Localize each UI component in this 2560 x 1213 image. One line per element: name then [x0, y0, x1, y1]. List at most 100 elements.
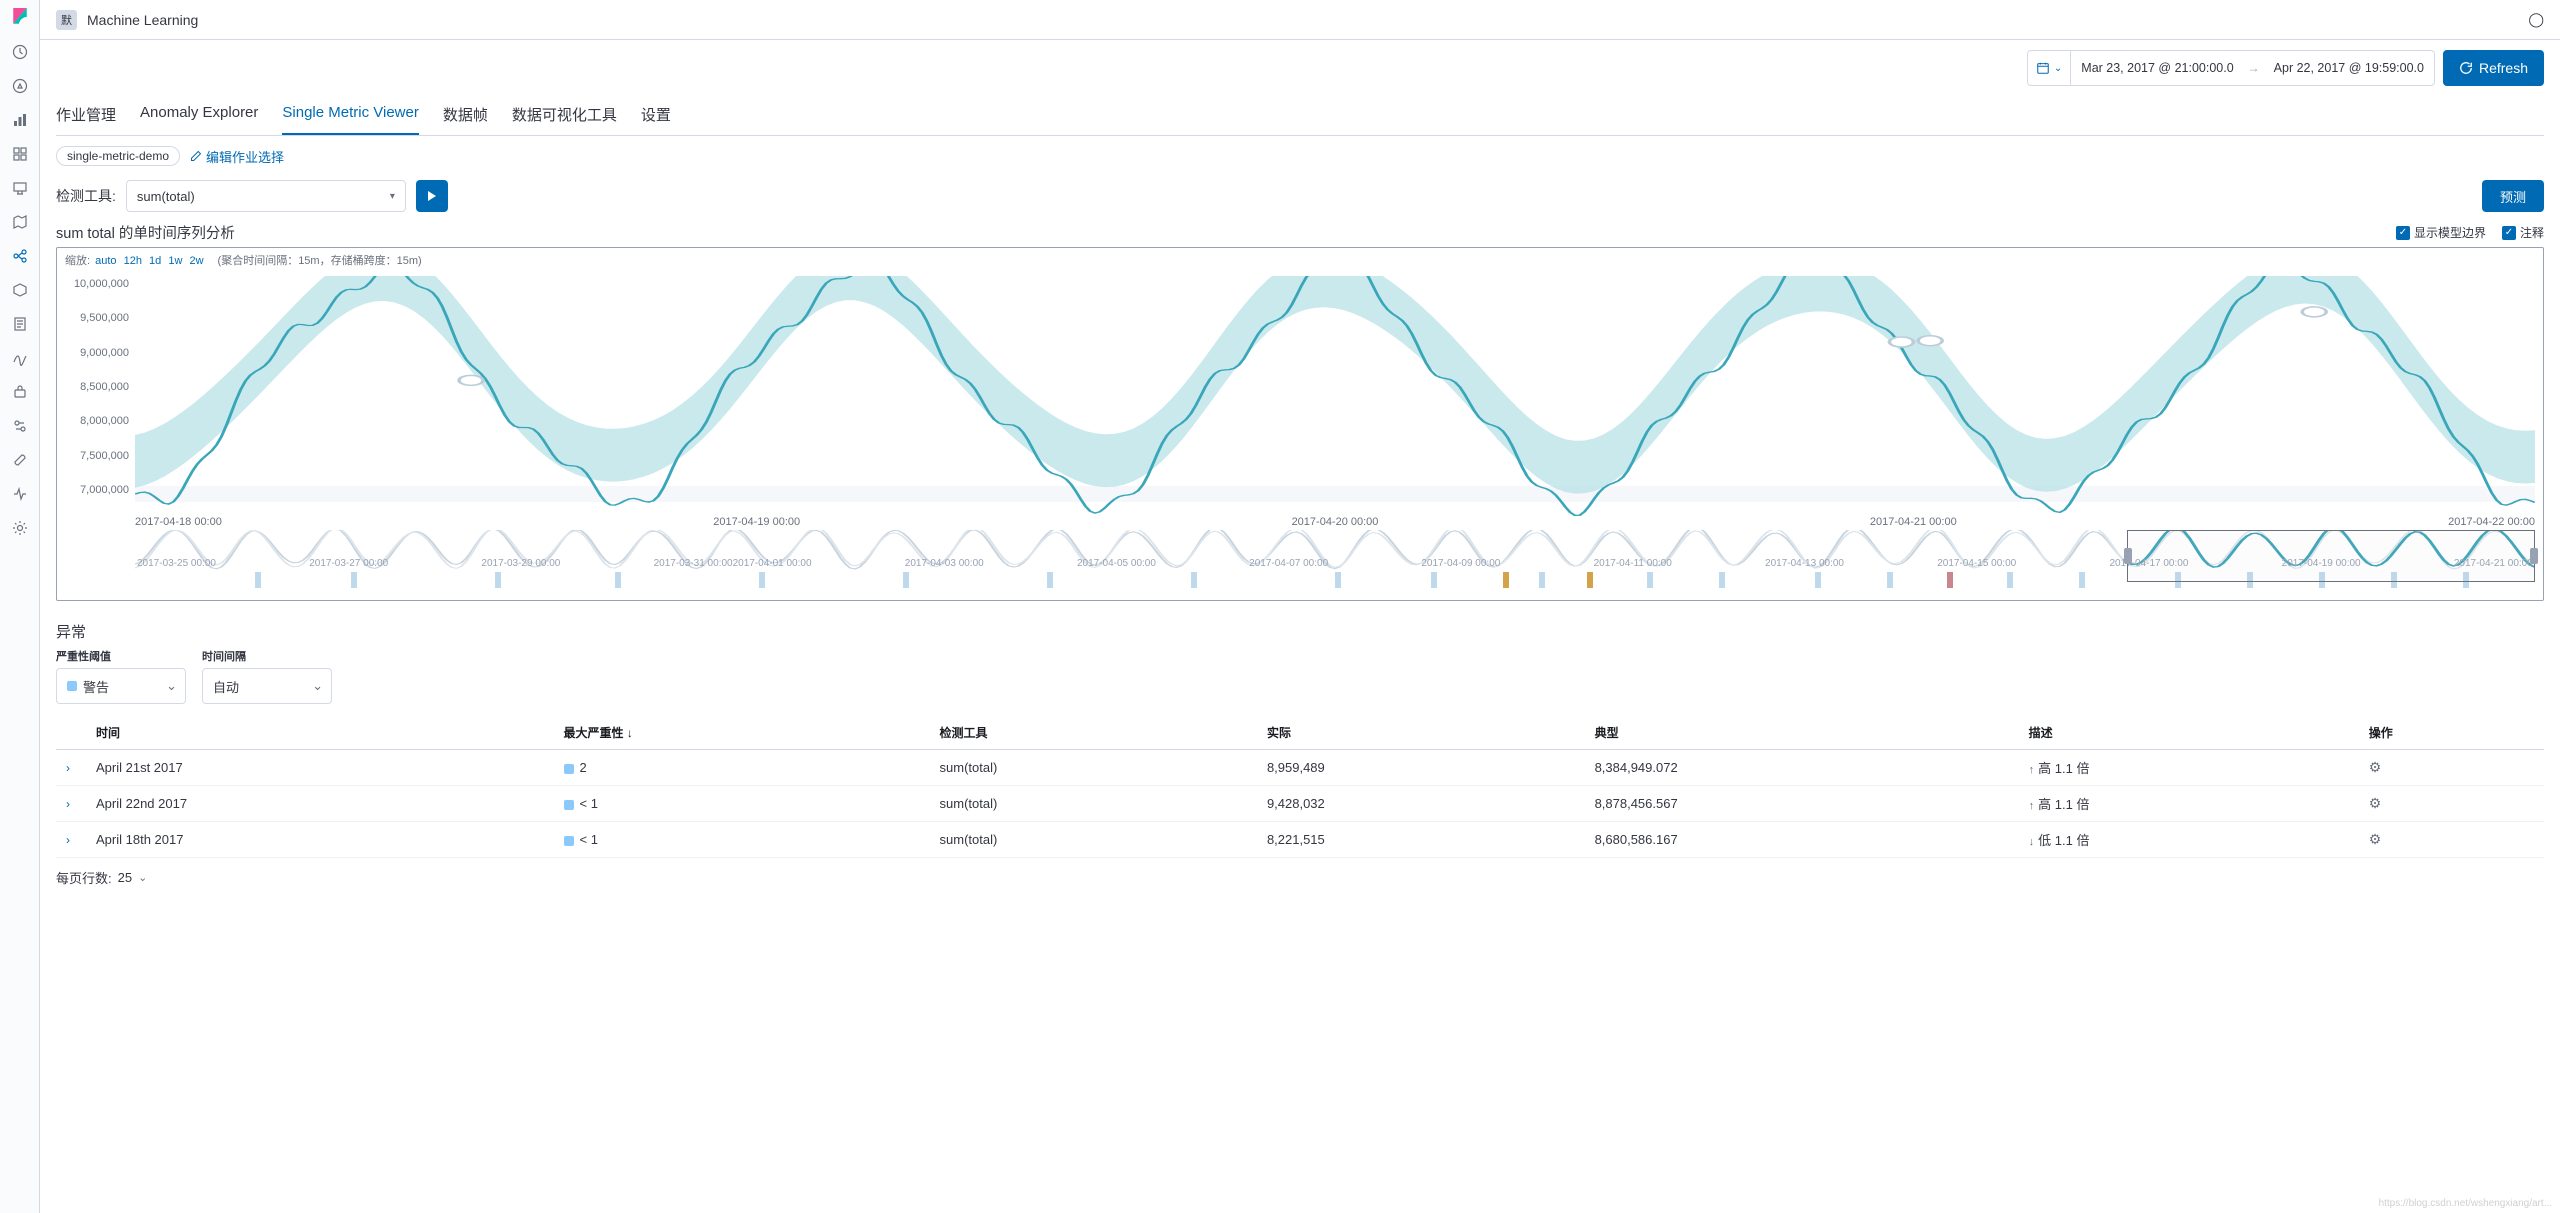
dashboard-icon[interactable] — [12, 146, 28, 162]
cell-actual: 8,959,489 — [1257, 750, 1585, 786]
detector-select[interactable]: sum(total) — [126, 180, 406, 212]
refresh-button[interactable]: Refresh — [2443, 50, 2544, 86]
apm-icon[interactable] — [12, 350, 28, 366]
date-picker[interactable]: ⌄ Mar 23, 2017 @ 21:00:00.0 → Apr 22, 20… — [2027, 50, 2435, 86]
col-detector[interactable]: 检测工具 — [930, 716, 1257, 750]
anomalies-table: 时间 最大严重性 ↓ 检测工具 实际 典型 描述 操作 ›April 21st … — [56, 716, 2544, 858]
calendar-icon[interactable]: ⌄ — [2028, 51, 2071, 85]
xtick: 2017-04-22 00:00 — [2448, 516, 2535, 528]
monitoring-icon[interactable] — [12, 486, 28, 502]
siem-icon[interactable] — [12, 418, 28, 434]
cell-desc: ↑高 1.1 倍 — [2019, 750, 2359, 786]
infra-icon[interactable] — [12, 282, 28, 298]
interval-select[interactable]: 自动 — [202, 668, 332, 704]
maps-icon[interactable] — [12, 214, 28, 230]
cell-desc: ↓低 1.1 倍 — [2019, 822, 2359, 858]
ml-icon[interactable] — [12, 248, 28, 264]
chk-model-bounds[interactable]: ✓显示模型边界 — [2396, 224, 2486, 241]
col-desc[interactable]: 描述 — [2019, 716, 2359, 750]
cell-desc: ↑高 1.1 倍 — [2019, 786, 2359, 822]
zoom-2w[interactable]: 2w — [189, 255, 203, 267]
cell-severity: < 1 — [554, 786, 930, 822]
gear-icon[interactable]: ⚙ — [2369, 759, 2382, 775]
tab-jobs[interactable]: 作业管理 — [56, 96, 116, 135]
edit-job-link[interactable]: 编辑作业选择 — [190, 147, 284, 166]
overview-tick: 2017-04-05 00:00 — [1077, 558, 1156, 569]
uptime-icon[interactable] — [12, 384, 28, 400]
brush-handle-right[interactable] — [2530, 548, 2538, 564]
detector-label: 检测工具: — [56, 186, 116, 206]
recent-icon[interactable] — [12, 44, 28, 60]
discover-icon[interactable] — [12, 78, 28, 94]
cell-detector: sum(total) — [930, 822, 1257, 858]
brush-handle-left[interactable] — [2124, 548, 2132, 564]
cell-time: April 22nd 2017 — [86, 786, 554, 822]
xtick: 2017-04-21 00:00 — [1870, 516, 1957, 528]
col-actions[interactable]: 操作 — [2359, 716, 2544, 750]
logs-icon[interactable] — [12, 316, 28, 332]
zoom-auto[interactable]: auto — [95, 255, 116, 267]
y-axis-labels: 10,000,0009,500,0009,000,0008,500,0008,0… — [65, 276, 135, 516]
cell-detector: sum(total) — [930, 750, 1257, 786]
news-icon[interactable]: ◯ — [2528, 11, 2544, 28]
job-row: single-metric-demo 编辑作业选择 — [56, 146, 2544, 166]
space-badge[interactable]: 默 — [56, 10, 77, 30]
overview-tick: 2017-04-15 00:00 — [1937, 558, 2016, 569]
left-nav — [0, 0, 40, 1213]
zoom-1d[interactable]: 1d — [149, 255, 161, 267]
overview-chart[interactable]: 2017-03-25 00:002017-03-27 00:002017-03-… — [135, 530, 2535, 592]
cell-severity: 2 — [554, 750, 930, 786]
play-button[interactable] — [416, 180, 448, 212]
date-bar: ⌄ Mar 23, 2017 @ 21:00:00.0 → Apr 22, 20… — [56, 40, 2544, 96]
tab-anomaly-explorer[interactable]: Anomaly Explorer — [140, 96, 258, 135]
cell-typical: 8,680,586.167 — [1585, 822, 2019, 858]
severity-select[interactable]: 警告 — [56, 668, 186, 704]
kibana-logo[interactable] — [11, 8, 29, 26]
overview-tick: 2017-04-03 00:00 — [905, 558, 984, 569]
job-badge[interactable]: single-metric-demo — [56, 146, 180, 166]
devtools-icon[interactable] — [12, 452, 28, 468]
col-actual[interactable]: 实际 — [1257, 716, 1585, 750]
cell-time: April 18th 2017 — [86, 822, 554, 858]
date-to[interactable]: Apr 22, 2017 @ 19:59:00.0 — [2264, 61, 2434, 75]
visualize-icon[interactable] — [12, 112, 28, 128]
app-title: Machine Learning — [87, 12, 198, 28]
xtick: 2017-04-19 00:00 — [713, 516, 800, 528]
cell-actual: 9,428,032 — [1257, 786, 1585, 822]
tab-datavis[interactable]: 数据可视化工具 — [512, 96, 617, 135]
expand-icon[interactable]: › — [66, 761, 70, 775]
xtick: 2017-04-18 00:00 — [135, 516, 222, 528]
overview-tick: 2017-03-27 00:00 — [309, 558, 388, 569]
cell-severity: < 1 — [554, 822, 930, 858]
date-from[interactable]: Mar 23, 2017 @ 21:00:00.0 — [2071, 61, 2243, 75]
zoom-controls: 缩放: auto 12h 1d 1w 2w — [65, 252, 206, 268]
main-chart[interactable] — [135, 276, 2535, 516]
overview-tick: 2017-03-25 00:00 — [137, 558, 216, 569]
anomalies-title: 异常 — [56, 621, 2544, 642]
tab-dataframe[interactable]: 数据帧 — [443, 96, 488, 135]
canvas-icon[interactable] — [12, 180, 28, 196]
col-time[interactable]: 时间 — [86, 716, 554, 750]
zoom-12h[interactable]: 12h — [124, 255, 142, 267]
tab-settings[interactable]: 设置 — [641, 96, 671, 135]
cell-typical: 8,878,456.567 — [1585, 786, 2019, 822]
gear-icon[interactable]: ⚙ — [2369, 795, 2382, 811]
overview-tick: 2017-04-09 00:00 — [1421, 558, 1500, 569]
col-severity[interactable]: 最大严重性 ↓ — [554, 716, 930, 750]
gear-icon[interactable]: ⚙ — [2369, 831, 2382, 847]
col-typical[interactable]: 典型 — [1585, 716, 2019, 750]
overview-tick: 2017-04-13 00:00 — [1765, 558, 1844, 569]
chart-panel: 缩放: auto 12h 1d 1w 2w (聚合时间间隔：15m，存储桶跨度：… — [56, 247, 2544, 601]
overview-window[interactable] — [2127, 530, 2535, 582]
arrow-right-icon: → — [2244, 61, 2264, 75]
expand-icon[interactable]: › — [66, 833, 70, 847]
tab-single-metric-viewer[interactable]: Single Metric Viewer — [282, 96, 418, 135]
table-row: ›April 22nd 2017< 1sum(total)9,428,0328,… — [56, 786, 2544, 822]
zoom-1w[interactable]: 1w — [168, 255, 182, 267]
management-icon[interactable] — [12, 520, 28, 536]
chk-annotations[interactable]: ✓注释 — [2502, 224, 2544, 241]
forecast-button[interactable]: 预测 — [2482, 180, 2544, 212]
cell-actual: 8,221,515 — [1257, 822, 1585, 858]
expand-icon[interactable]: › — [66, 797, 70, 811]
rows-per-page[interactable]: 每页行数: 25 ⌄ — [56, 868, 2544, 887]
